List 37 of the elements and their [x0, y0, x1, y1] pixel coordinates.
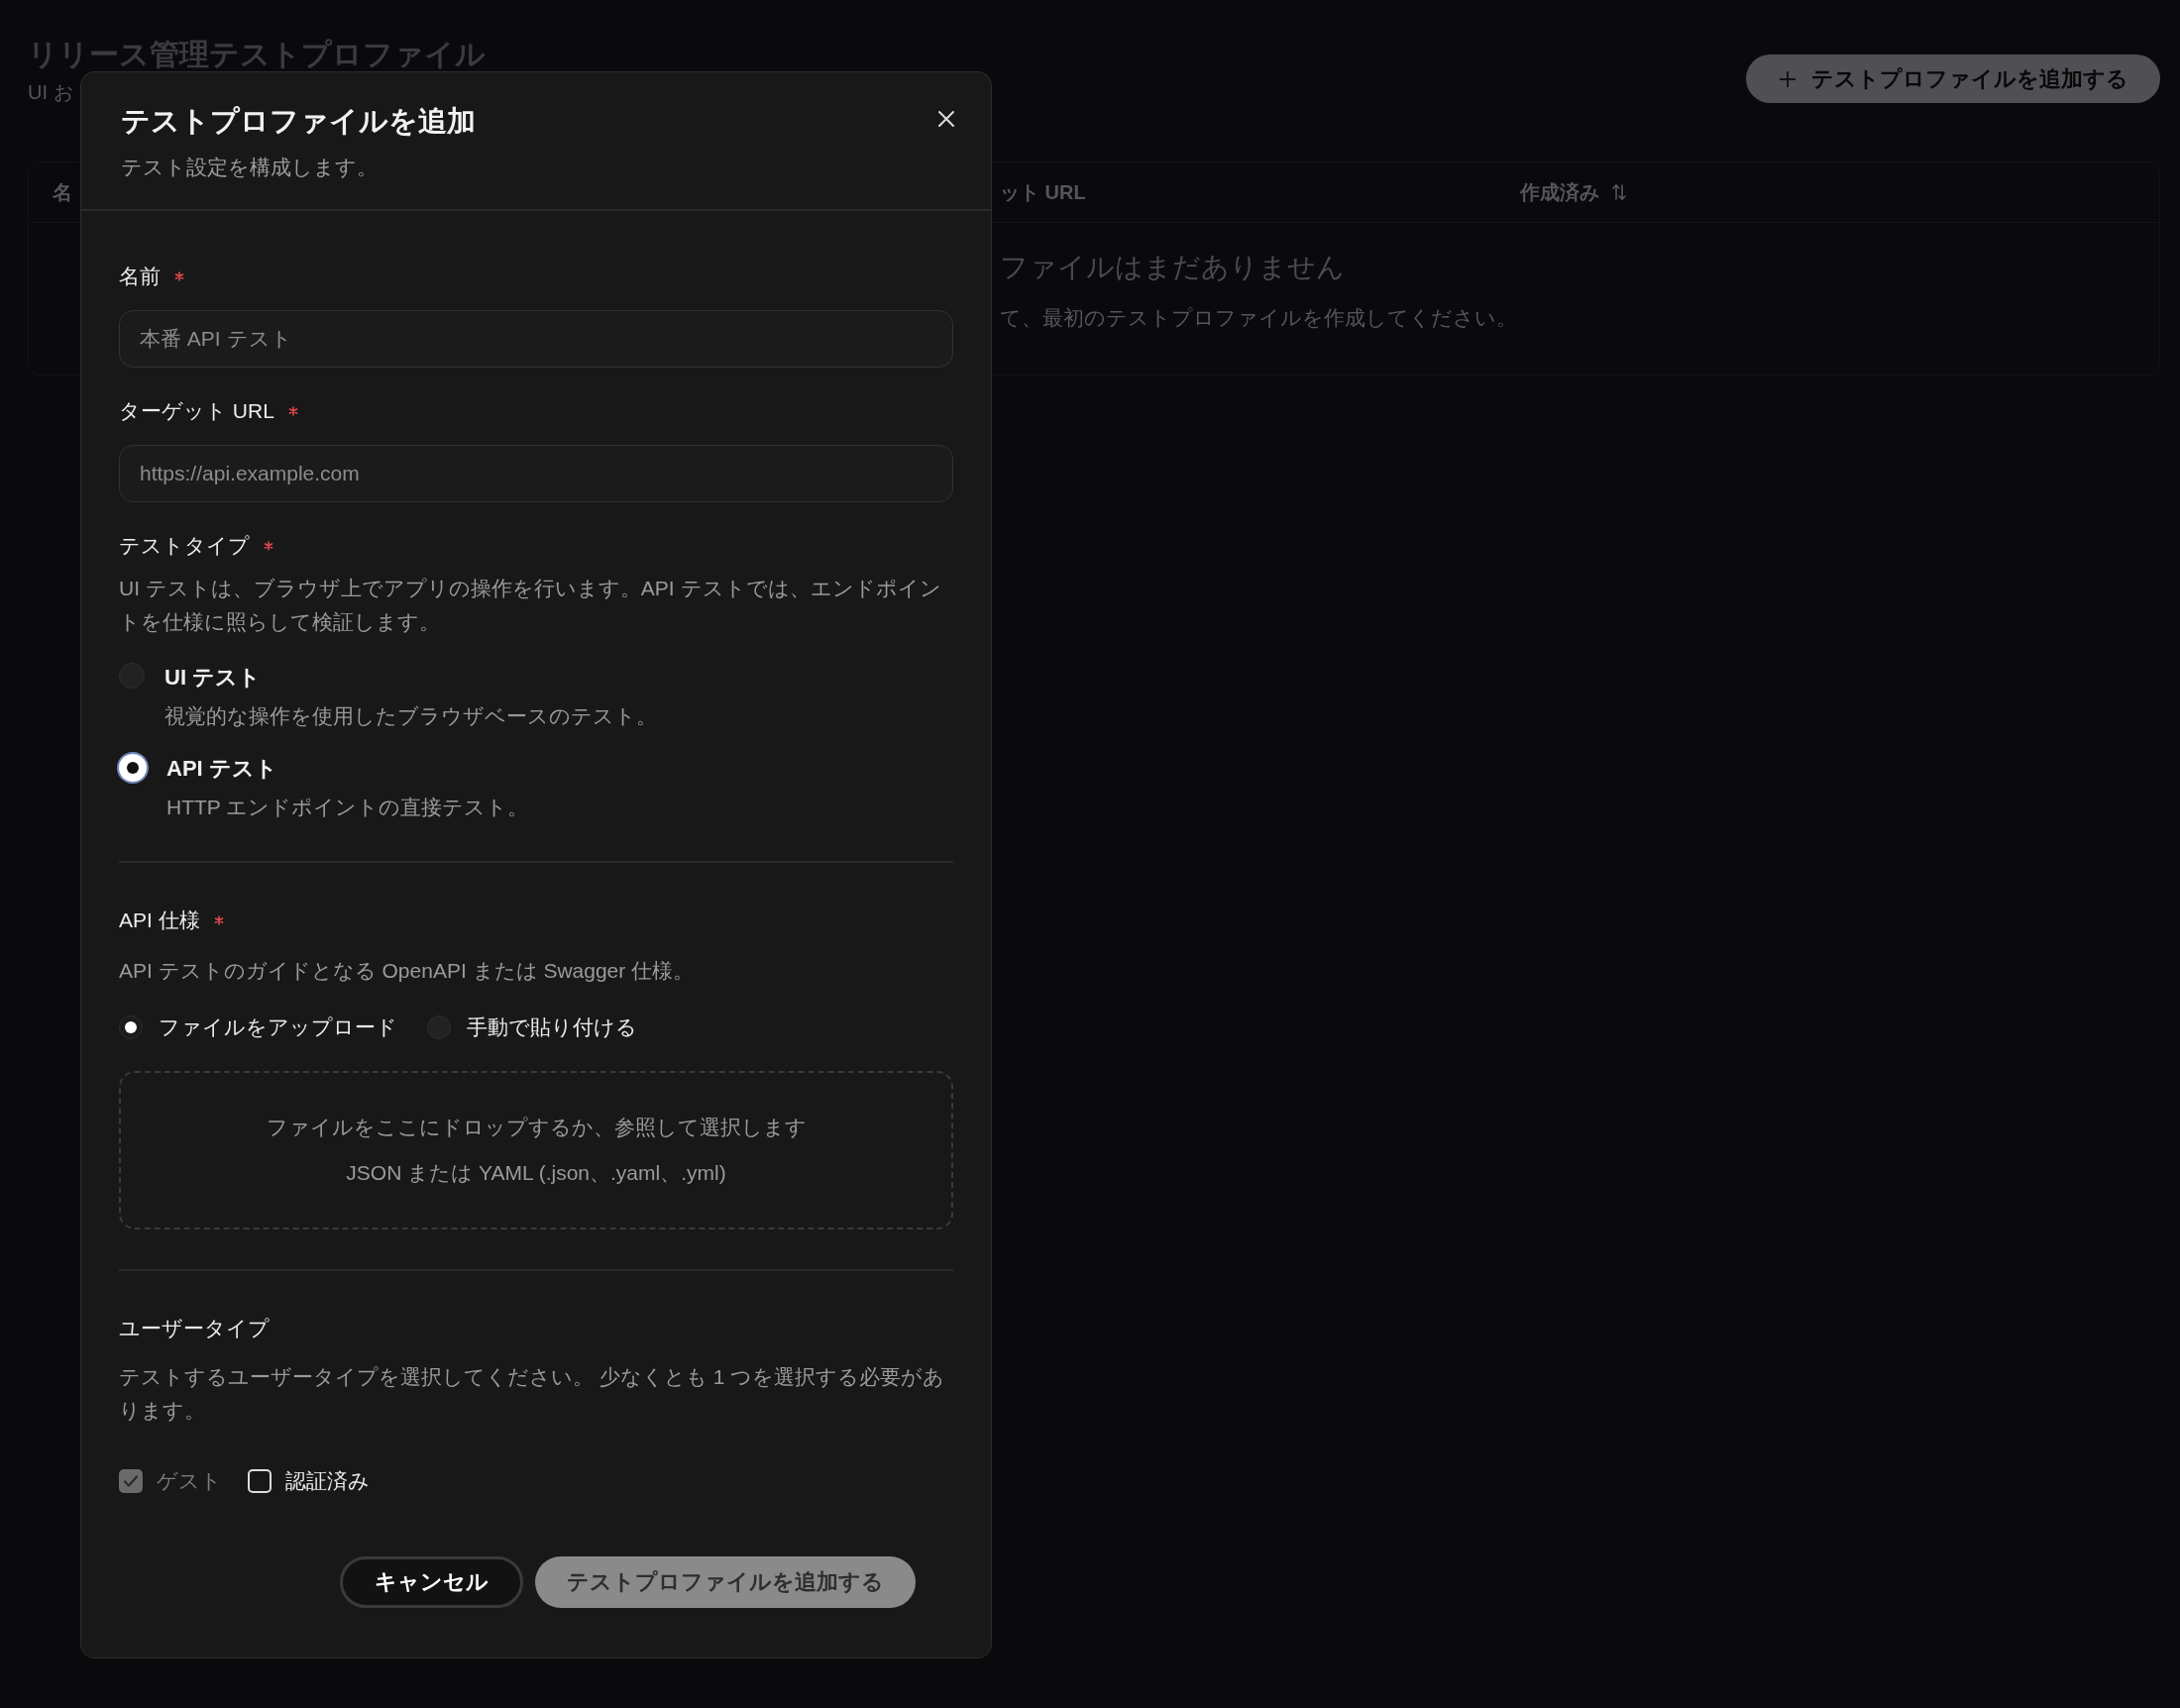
- add-profile-button[interactable]: テストプロファイルを追加する: [1746, 54, 2160, 103]
- dialog-subtitle: テスト設定を構成します。: [121, 155, 379, 180]
- option-label: API テスト: [166, 755, 278, 783]
- radio-button[interactable]: [119, 1015, 143, 1039]
- field-label: ユーザータイプ: [119, 1316, 270, 1341]
- empty-state-title: ファイルはまだありません: [1000, 251, 1346, 284]
- radio-button[interactable]: [119, 754, 147, 782]
- text-field[interactable]: https://api.example.com: [119, 445, 953, 502]
- field-description: API テストのガイドとなる OpenAPI または Swagger 仕様。: [119, 958, 696, 984]
- plus-icon: [1778, 68, 1798, 89]
- option-label: UI テスト: [164, 664, 263, 692]
- option-label: ゲスト: [157, 1468, 222, 1494]
- field-label: テストタイプ: [119, 533, 250, 559]
- field-label: API 仕様: [119, 907, 200, 933]
- checkbox[interactable]: [248, 1469, 272, 1493]
- field-description: UI テストは、ブラウザ上でアプリの操作を行います。API テストでは、エンドポイントを仕様に照らして検証します。: [119, 576, 942, 635]
- option-description: HTTP エンドポイントの直接テスト。: [166, 795, 529, 820]
- field-label: 名前: [119, 264, 161, 289]
- sort-icon[interactable]: [1611, 183, 1627, 201]
- text-field[interactable]: 本番 API テスト: [119, 310, 953, 368]
- close-icon[interactable]: [935, 108, 957, 130]
- option-label: 手動で貼り付ける: [467, 1014, 637, 1040]
- page-subtitle: UI お: [28, 80, 74, 105]
- column-header[interactable]: 作成済み: [1520, 178, 1599, 206]
- cancel-button[interactable]: キャンセル: [340, 1556, 523, 1608]
- file-dropzone[interactable]: ファイルをここにドロップするか、参照して選択します JSON または YAML (.json、.yaml、.yml): [119, 1071, 953, 1229]
- dropzone-text: JSON または YAML (.json、.yaml、.yml): [346, 1160, 726, 1186]
- field-label: ターゲット URL: [119, 398, 274, 424]
- option-label: ファイルをアップロード: [159, 1014, 397, 1040]
- column-header[interactable]: 名: [53, 178, 72, 206]
- dialog-title: テストプロファイルを追加: [121, 104, 476, 139]
- empty-state-message: て、最初のテストプロファイルを作成してください。: [1000, 305, 1518, 331]
- field-description: テストするユーザータイプを選択してください。 少なくとも 1 つを選択する必要があります。: [119, 1364, 946, 1424]
- column-header[interactable]: ット URL: [1000, 178, 1086, 206]
- dropzone-text: ファイルをここにドロップするか、参照して選択します: [266, 1115, 807, 1140]
- option-label: 認証済み: [285, 1468, 370, 1494]
- option-description: 視覚的な操作を使用したブラウザベースのテスト。: [164, 703, 657, 729]
